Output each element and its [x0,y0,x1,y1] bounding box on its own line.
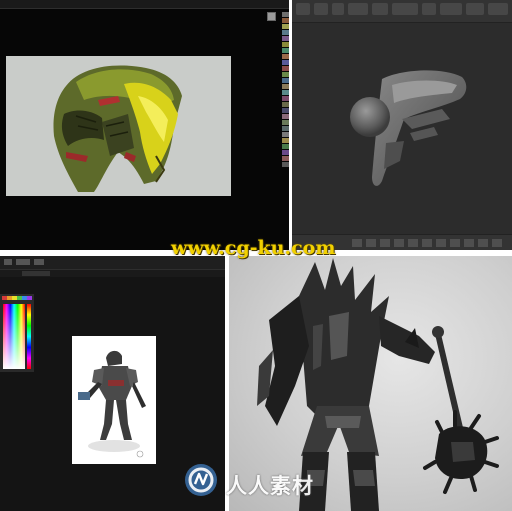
swatch-strip[interactable] [282,12,289,172]
color-picker-panel[interactable] [0,294,34,372]
sculpt-model [350,70,467,186]
watermark-site-name: 人人素材 [226,474,314,498]
helmet-painting [53,65,182,192]
document-tab-bar[interactable] [0,270,225,277]
canvas-page[interactable] [72,336,156,464]
cg-logo-icon [185,464,217,496]
watermark-url: www.cg-ku.com [171,237,336,259]
document-tab[interactable] [22,271,50,276]
panel-toggle-button[interactable] [267,12,276,21]
sculpt-viewport[interactable] [292,23,512,234]
menu-bar[interactable] [0,0,289,9]
sculpt-toolbar[interactable] [292,0,512,23]
hue-slider[interactable] [27,304,31,369]
warrior-sketch [78,350,146,458]
document-canvas[interactable] [6,56,231,196]
sculpt-panel [292,0,512,250]
swatch-row[interactable] [2,296,32,300]
color-field[interactable] [3,304,25,369]
head-paint-panel [0,0,289,250]
